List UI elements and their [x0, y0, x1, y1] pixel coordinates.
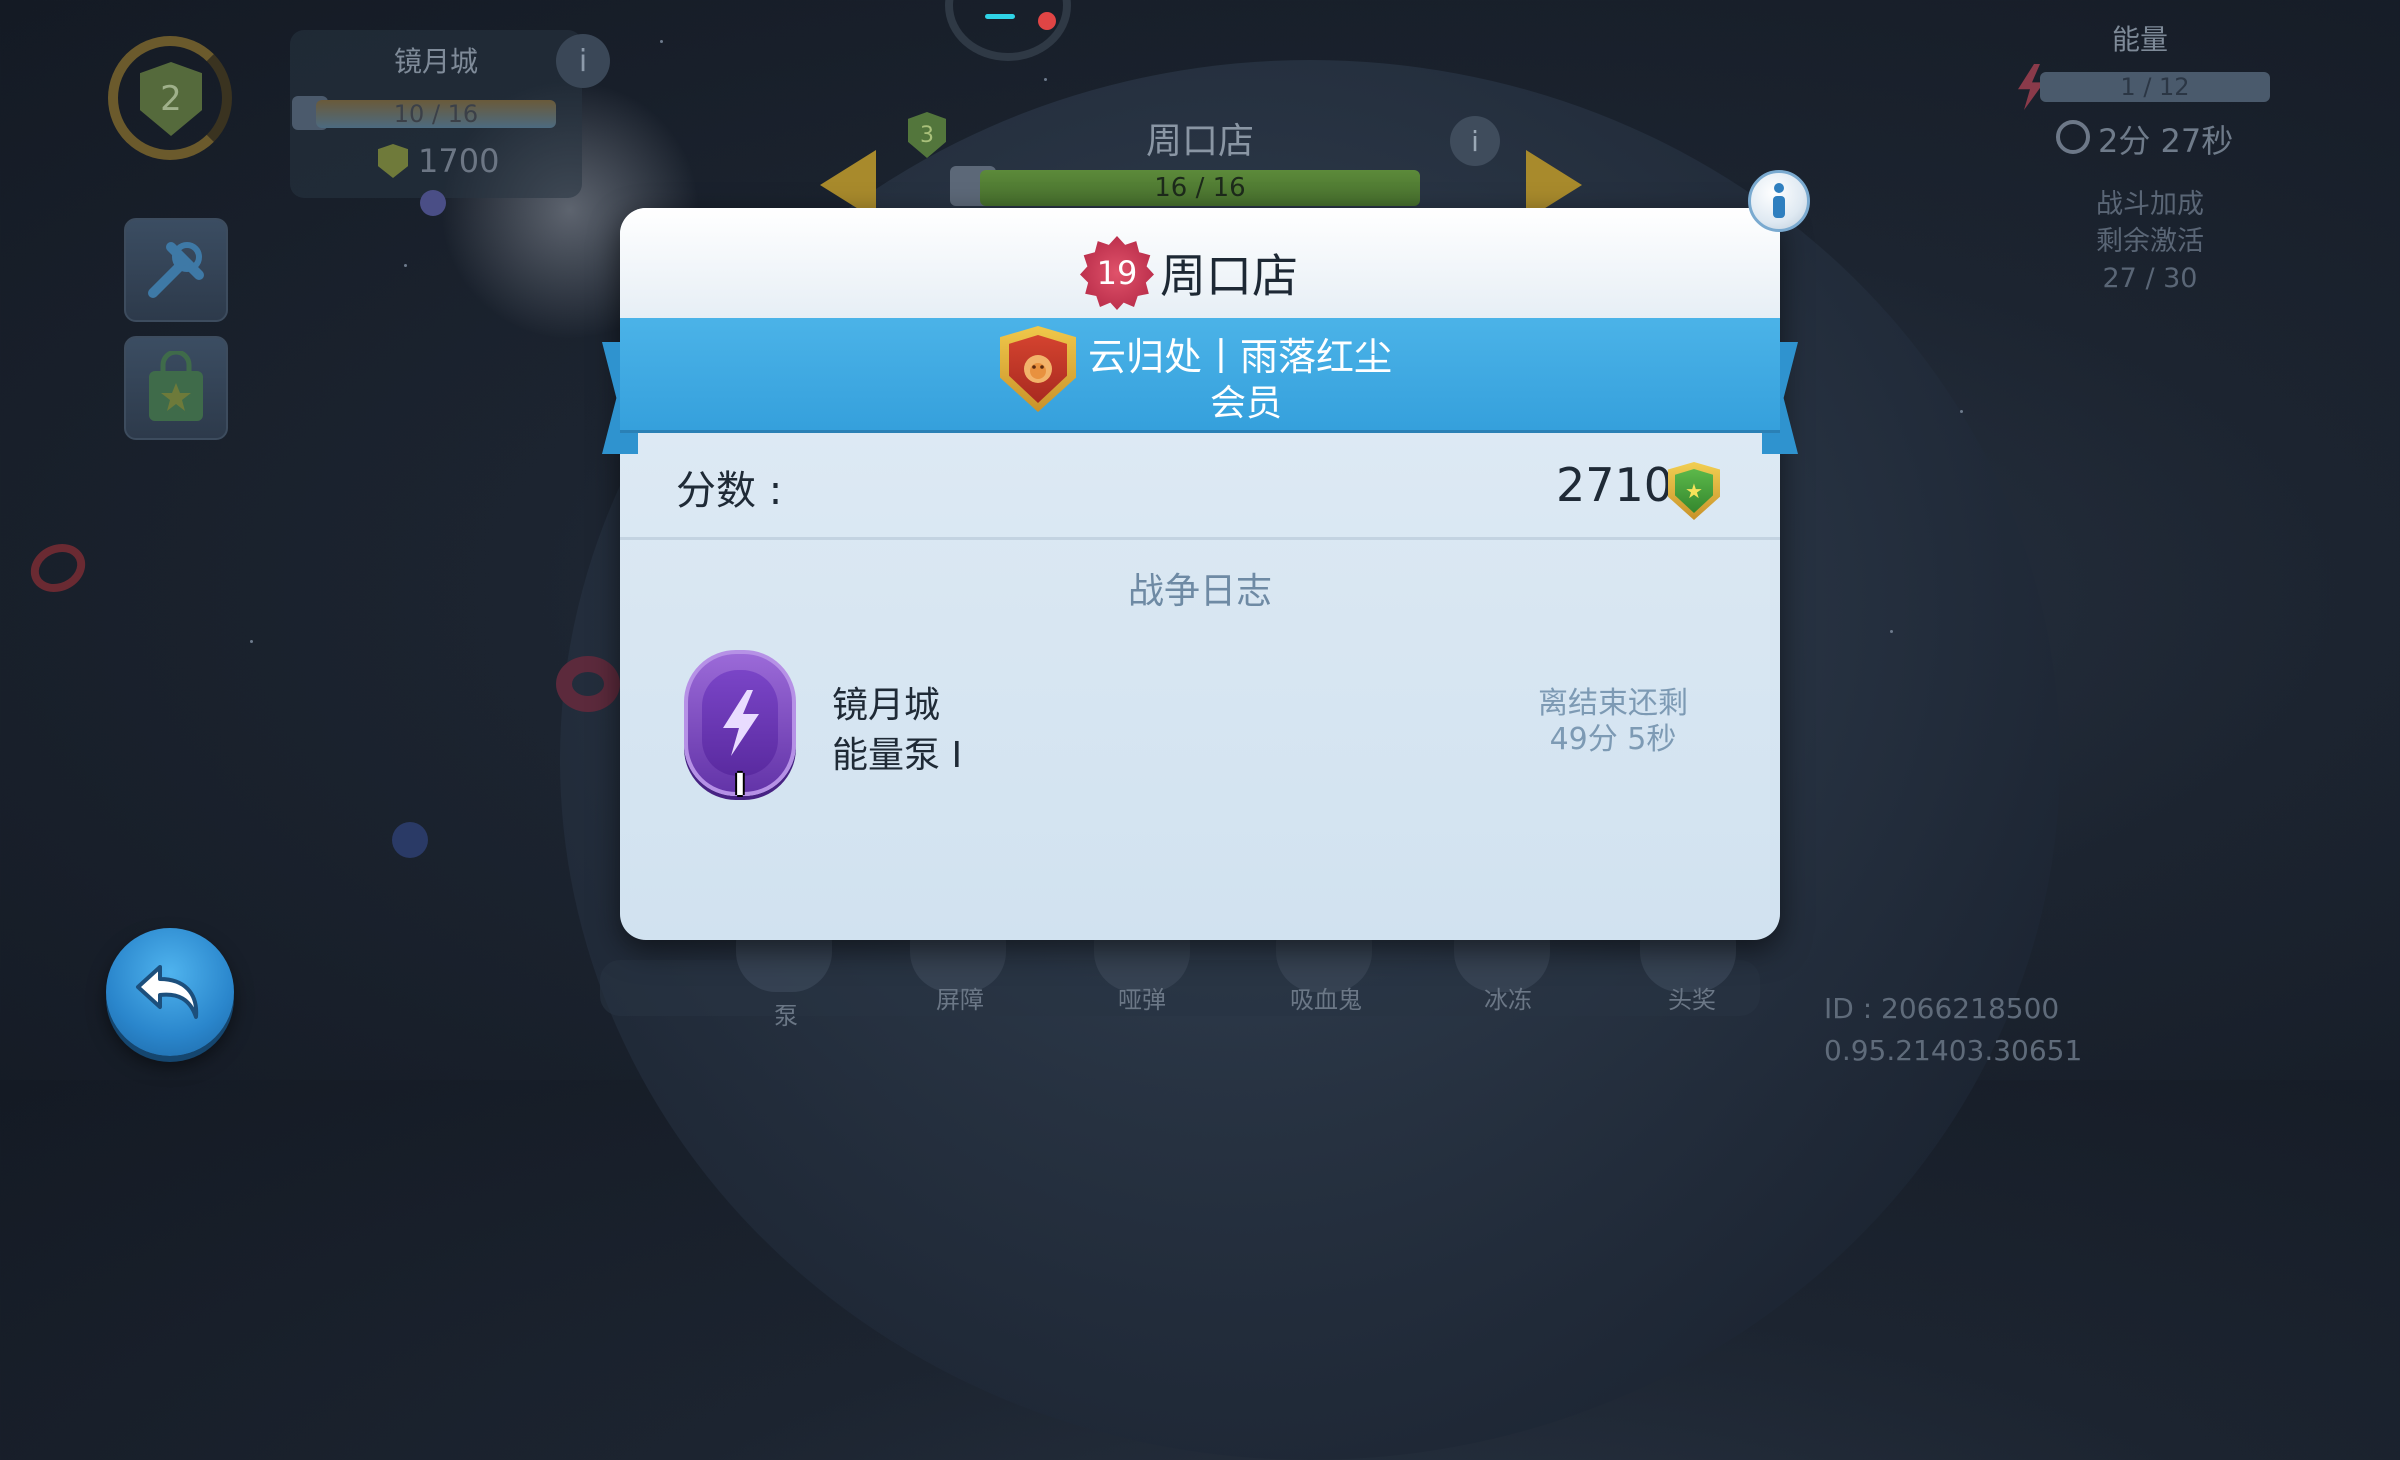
target-progress-bar: 16 / 16: [980, 170, 1420, 206]
energy-bar: 1 / 12: [2040, 72, 2270, 102]
building-tier-badge: I: [734, 768, 746, 803]
shopping-bag-icon: [149, 351, 203, 421]
star: [1044, 78, 1047, 81]
log-entry-building: 能量泵 I: [832, 726, 962, 778]
skill-label: 哑弹: [1118, 986, 1166, 1014]
remaining-time: 49分 5秒: [1549, 722, 1677, 757]
city-progress-bar: 10 / 16: [316, 100, 556, 128]
war-log-title: 战争日志: [1127, 571, 1272, 612]
wrench-icon: [148, 242, 204, 298]
city-level-value: 19: [1096, 254, 1138, 292]
top-gauge-indicator: [985, 14, 1015, 19]
star: [660, 40, 663, 43]
info-icon: [1773, 183, 1785, 218]
clan-marker-icon: [420, 190, 446, 216]
skill-label: 泵: [774, 1002, 798, 1030]
boost-count: 27 / 30: [2102, 263, 2198, 294]
clan-name[interactable]: 云归处丨雨落红尘: [1088, 326, 1392, 381]
notification-dot: [1038, 12, 1056, 30]
skill-label: 头奖: [1668, 986, 1716, 1014]
build-info: ID : 2066218500 0.95.21403.30651: [1824, 988, 2082, 1072]
dialog-info-button[interactable]: [1748, 170, 1810, 232]
city-name: 镜月城: [393, 45, 478, 78]
target-city-title: 周口店: [1145, 121, 1254, 162]
info-icon: i: [578, 43, 588, 79]
return-arrow-icon: [136, 965, 199, 1019]
player-id: ID : 2066218500: [1824, 992, 2060, 1025]
floating-ring-decoration: [556, 656, 620, 712]
star: [250, 640, 253, 643]
player-level-value: 2: [160, 79, 182, 119]
dialog-title: 周口店: [1160, 249, 1298, 303]
divider: [620, 537, 1780, 540]
log-entry-remaining: 离结束还剩 49分 5秒: [1500, 686, 1726, 758]
lightning-bolt-icon: [723, 690, 759, 756]
version-number: 0.95.21403.30651: [1824, 1034, 2083, 1067]
info-icon: i: [1471, 124, 1479, 158]
log-entry-city: 镜月城: [832, 685, 941, 726]
star: [404, 264, 407, 267]
energy-timer: 2分 27秒: [2098, 122, 2234, 160]
score-label: 分数 :: [676, 468, 783, 514]
floating-ring-decoration: [22, 535, 94, 601]
star-icon: ★: [1685, 479, 1703, 503]
star: [1890, 630, 1893, 633]
remaining-label: 离结束还剩: [1538, 686, 1688, 721]
skill-label: 屏障: [936, 986, 984, 1014]
star: [1960, 410, 1963, 413]
target-info-button[interactable]: i: [1450, 116, 1500, 166]
score-value: 2710: [1556, 458, 1674, 512]
floating-orb-decoration: [392, 822, 428, 858]
city-score: 1700: [418, 142, 500, 180]
log-entry-building-tier: I: [951, 735, 963, 776]
boost-title: 战斗加成: [2096, 189, 2204, 220]
skill-label: 冰冻: [1484, 986, 1532, 1014]
tools-button[interactable]: [124, 218, 228, 322]
log-entry-building-name: 能量泵: [832, 735, 941, 776]
boost-subtitle: 剩余激活: [2096, 226, 2204, 257]
back-button[interactable]: [106, 928, 234, 1056]
energy-label: 能量: [2111, 23, 2168, 56]
lion-icon: [1024, 355, 1052, 383]
top-gauge: [945, 0, 1071, 61]
city-info-button[interactable]: i: [556, 34, 610, 88]
clan-role: 会员: [1209, 383, 1282, 424]
target-level-value: 3: [920, 122, 934, 148]
skill-label: 吸血鬼: [1290, 986, 1362, 1014]
battle-boost-panel: 战斗加成 剩余激活 27 / 30: [2040, 186, 2260, 297]
shop-button[interactable]: [124, 336, 228, 440]
stopwatch-icon: [2056, 120, 2090, 154]
